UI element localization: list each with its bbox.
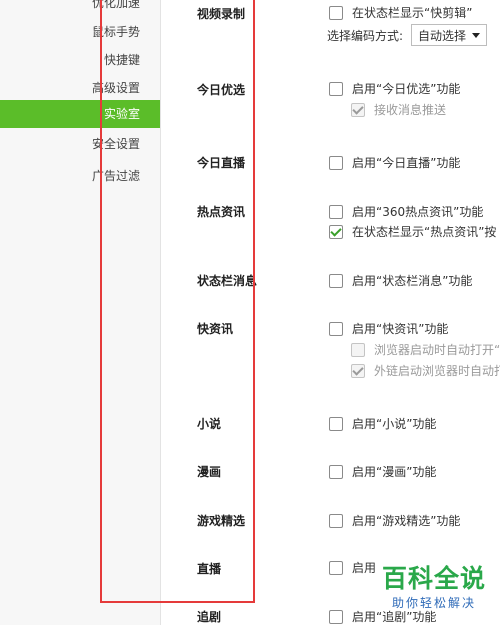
encode-select[interactable]: 自动选择 (411, 24, 488, 46)
checkbox-quick-news-auto-open[interactable] (351, 342, 365, 357)
settings-sidebar: 优化加速 鼠标手势 快捷键 高级设置 实验室 安全设置 广告过滤 (0, 0, 161, 625)
section-title-today-pick: 今日优选 (197, 83, 246, 97)
checkbox-hot-news-status-bar[interactable] (329, 224, 343, 239)
option-label: 启用“小说”功能 (352, 417, 437, 431)
option-today-pick-enable[interactable]: 启用“今日优选”功能 (329, 80, 460, 97)
option-video-status-bar[interactable]: 在状态栏显示“快剪辑” (329, 4, 472, 21)
section-title-today-live: 今日直播 (197, 156, 246, 170)
section-title-live: 直播 (197, 562, 222, 576)
watermark-subtitle: 助你轻松解决 (391, 596, 476, 610)
section-title-drama: 追剧 (197, 610, 222, 624)
option-hot-news-status-bar[interactable]: 在状态栏显示“热点资讯”按 (329, 223, 496, 240)
checkbox-status-msg[interactable] (329, 273, 343, 288)
sidebar-item-security[interactable]: 安全设置 (92, 135, 140, 152)
sidebar-item-advanced[interactable]: 高级设置 (92, 79, 140, 96)
section-title-comic: 漫画 (197, 465, 222, 479)
checkbox-quick-news[interactable] (329, 321, 343, 336)
option-label: 接收消息推送 (374, 103, 447, 117)
checkbox-quick-news-external-open[interactable] (351, 363, 365, 378)
option-quick-news-enable[interactable]: 启用“快资讯”功能 (329, 320, 448, 337)
section-title-games: 游戏精选 (197, 514, 246, 528)
section-title-quick-news: 快资讯 (197, 322, 234, 336)
option-label: 在状态栏显示“热点资讯”按 (352, 225, 497, 239)
chevron-down-icon (472, 32, 481, 38)
section-title-status-msg: 状态栏消息 (197, 274, 258, 288)
checkbox-novel[interactable] (329, 416, 343, 431)
option-novel-enable[interactable]: 启用“小说”功能 (329, 415, 436, 432)
section-title-novel: 小说 (197, 417, 222, 431)
checkbox-today-live[interactable] (329, 155, 343, 170)
option-live-enable[interactable]: 启用 (329, 559, 376, 576)
option-hot-news-enable[interactable]: 启用“360热点资讯”功能 (329, 203, 483, 220)
option-label: 启用“状态栏消息”功能 (352, 274, 473, 288)
option-label: 浏览器启动时自动打开“ (374, 343, 500, 357)
sidebar-item-shortcuts[interactable]: 快捷键 (104, 51, 140, 68)
checkbox-live[interactable] (329, 560, 343, 575)
option-label: 启用“今日优选”功能 (352, 82, 461, 96)
option-status-msg-enable[interactable]: 启用“状态栏消息”功能 (329, 272, 472, 289)
sidebar-item-lab[interactable]: 实验室 (0, 100, 160, 128)
sidebar-item-ad-filter[interactable]: 广告过滤 (92, 167, 140, 184)
checkbox-video-status-bar[interactable] (329, 5, 343, 20)
section-title-hot-news: 热点资讯 (197, 205, 246, 219)
checkbox-drama[interactable] (329, 609, 343, 624)
option-label: 在状态栏显示“快剪辑” (352, 6, 473, 20)
encode-label: 选择编码方式: (327, 28, 404, 43)
option-label: 启用“游戏精选”功能 (352, 514, 461, 528)
watermark-logo: 百科全说 助你轻松解决 (376, 564, 492, 611)
encode-selected-value: 自动选择 (418, 28, 467, 43)
checkbox-today-pick-push[interactable] (351, 102, 365, 117)
option-quick-news-auto-open[interactable]: 浏览器启动时自动打开“ (351, 341, 500, 358)
option-label: 启用“漫画”功能 (352, 465, 437, 479)
section-title-video: 视频录制 (197, 7, 246, 21)
checkbox-today-pick[interactable] (329, 81, 343, 96)
option-today-live-enable[interactable]: 启用“今日直播”功能 (329, 154, 460, 171)
option-label: 启用 (352, 561, 377, 575)
checkbox-games[interactable] (329, 513, 343, 528)
option-label: 启用“今日直播”功能 (352, 156, 461, 170)
option-comic-enable[interactable]: 启用“漫画”功能 (329, 463, 436, 480)
checkbox-comic[interactable] (329, 464, 343, 479)
sidebar-item-mouse-gesture[interactable]: 鼠标手势 (92, 23, 140, 40)
option-today-pick-push[interactable]: 接收消息推送 (351, 101, 446, 118)
checkbox-hot-news[interactable] (329, 204, 343, 219)
watermark-title: 百科全说 (381, 564, 486, 593)
option-label: 启用“快资讯”功能 (352, 322, 449, 336)
encode-row: 选择编码方式: 自动选择 (327, 24, 488, 46)
option-label: 启用“360热点资讯”功能 (352, 205, 484, 219)
option-quick-news-external-open[interactable]: 外链启动浏览器时自动打开 (351, 362, 500, 379)
sidebar-item-optimize[interactable]: 优化加速 (92, 0, 140, 11)
option-label: 外链启动浏览器时自动打开 (374, 364, 500, 378)
option-games-enable[interactable]: 启用“游戏精选”功能 (329, 512, 460, 529)
